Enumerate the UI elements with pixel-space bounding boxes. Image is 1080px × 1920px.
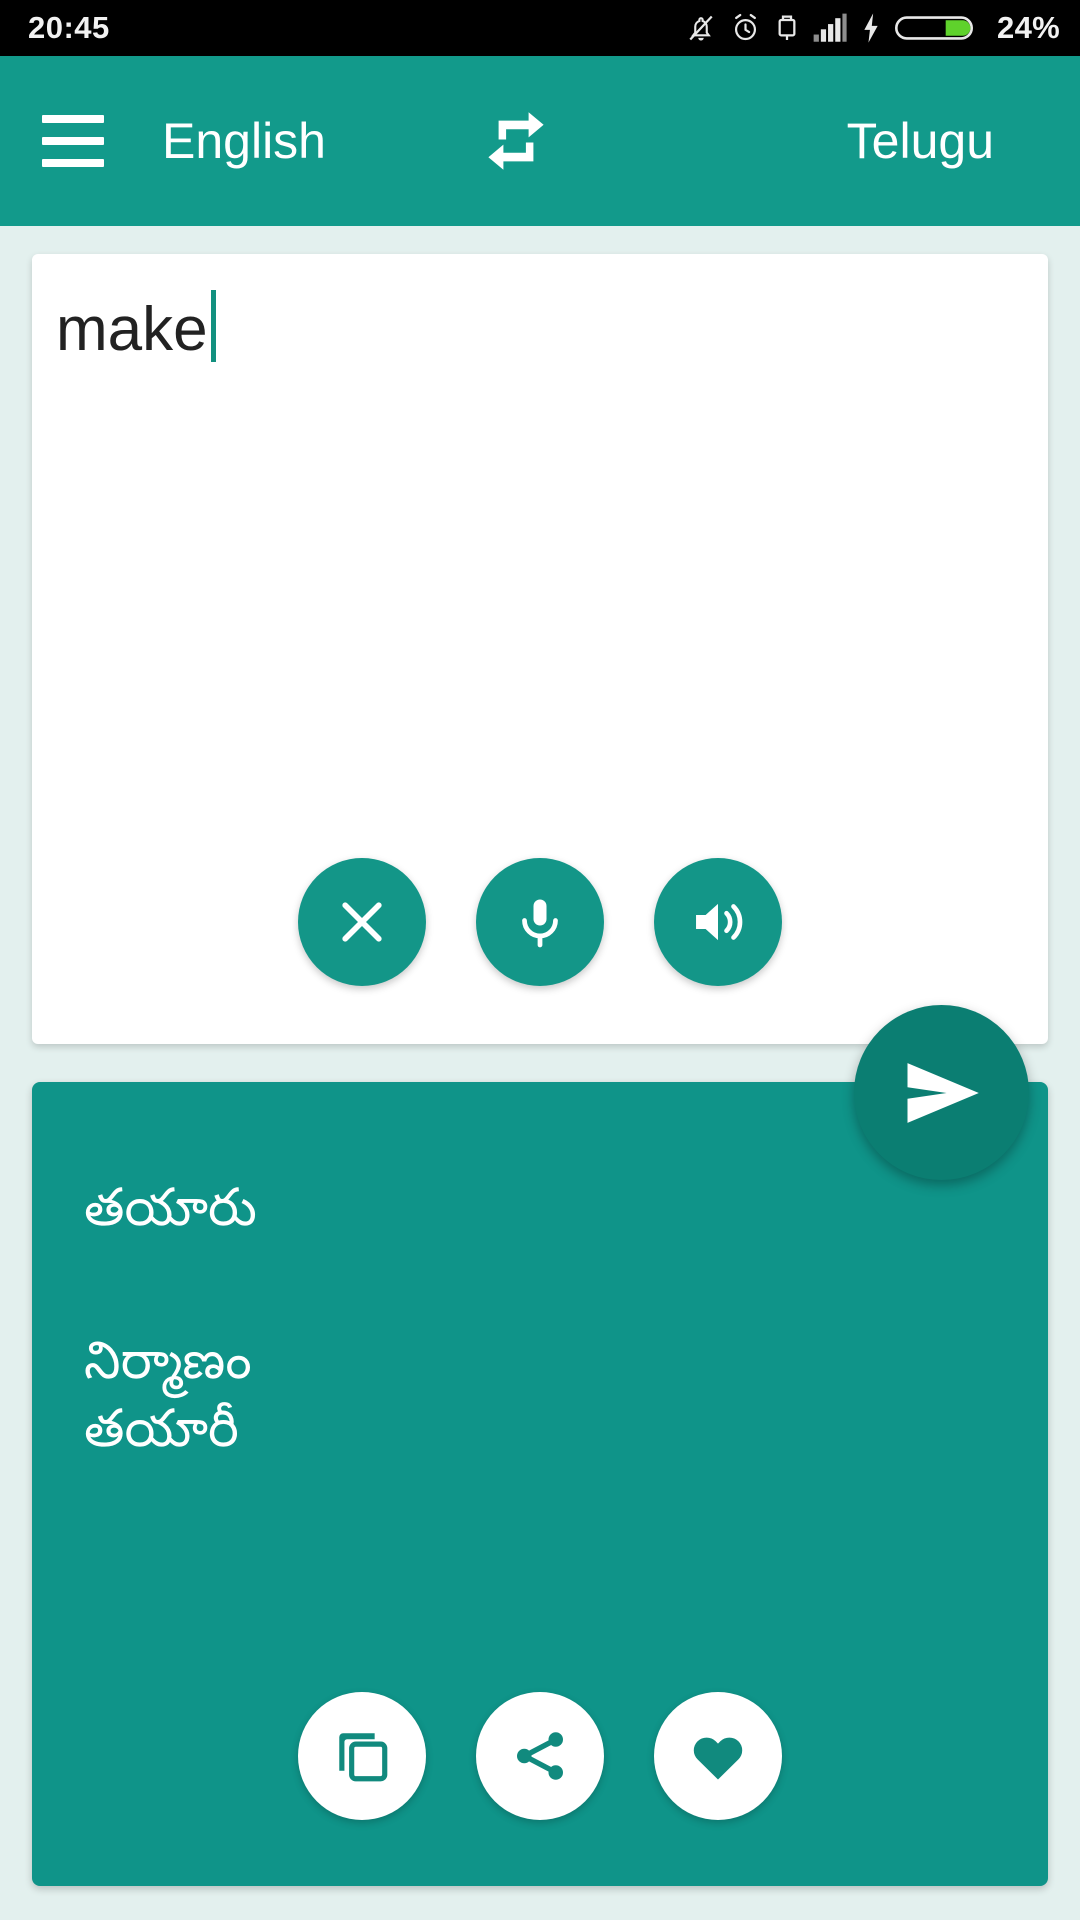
copy-icon (339, 1733, 388, 1782)
alternative-translation-item: తయారీ (84, 1398, 239, 1459)
speak-button[interactable] (654, 858, 782, 986)
target-language-selector[interactable]: Telugu (847, 112, 994, 170)
translation-result-card: తయారు నిర్మాణం తయారీ (32, 1082, 1048, 1886)
source-text-input[interactable]: make (56, 290, 1024, 366)
hamburger-icon-line-3 (42, 159, 104, 167)
share-button[interactable] (476, 1692, 604, 1820)
status-bar-icons: 24% (686, 10, 1060, 46)
heart-icon (693, 1737, 743, 1780)
battery-icon (895, 12, 974, 44)
result-action-bar (32, 1692, 1048, 1820)
microphone-icon (522, 899, 558, 948)
signal-cellular-icon (813, 12, 847, 44)
speaker-icon (696, 903, 743, 941)
hamburger-icon-line-1 (42, 115, 104, 123)
charging-bolt-icon (861, 12, 881, 44)
swap-icon (488, 112, 544, 170)
hamburger-icon-line-2 (42, 137, 104, 145)
translate-send-button[interactable] (854, 1005, 1029, 1180)
app-bar: English Telugu (0, 56, 1080, 226)
primary-translation-text: తయారు (84, 1178, 257, 1238)
source-action-bar (32, 858, 1048, 986)
status-bar-clock: 20:45 (28, 10, 110, 45)
mic-button[interactable] (476, 858, 604, 986)
copy-button[interactable] (298, 1692, 426, 1820)
text-caret (210, 290, 216, 362)
translator-app-screen: 20:45 24% English Telugu make తయారు నిర్… (0, 0, 1080, 1920)
alternative-translation-item: నిర్మాణం (84, 1331, 252, 1391)
menu-button[interactable] (42, 115, 152, 167)
battery-percentage-label: 24% (997, 10, 1060, 45)
source-text-value: make (56, 295, 208, 365)
share-icon (517, 1732, 563, 1780)
clear-button[interactable] (298, 858, 426, 986)
send-icon (907, 1062, 979, 1123)
close-icon (342, 902, 382, 942)
swap-languages-button[interactable] (476, 101, 556, 181)
alarm-icon (730, 12, 761, 44)
source-language-selector[interactable]: English (162, 112, 326, 170)
notifications-off-icon (686, 12, 716, 44)
usb-icon (775, 12, 799, 44)
alternative-translations-list: నిర్మాణం తయారీ (84, 1328, 252, 1463)
favorite-button[interactable] (654, 1692, 782, 1820)
status-bar: 20:45 24% (0, 0, 1080, 56)
source-text-card: make (32, 254, 1048, 1044)
